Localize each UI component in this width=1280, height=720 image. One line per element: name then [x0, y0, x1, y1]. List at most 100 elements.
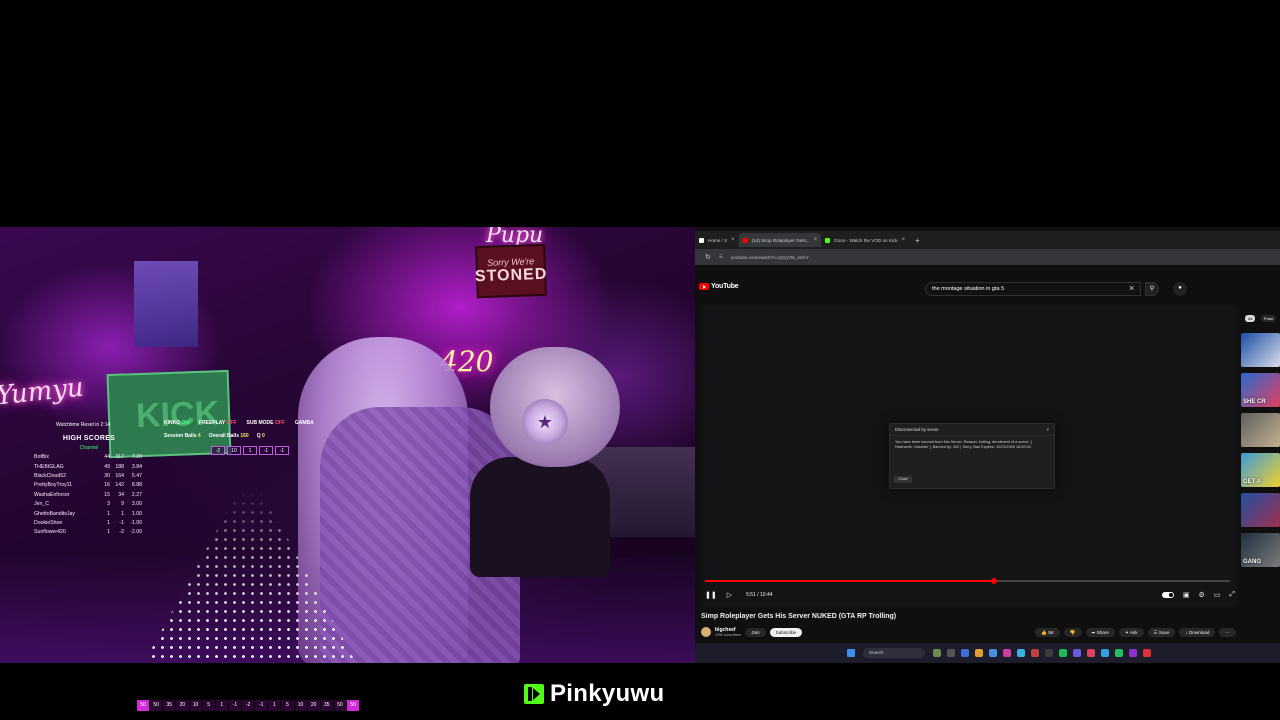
share-button[interactable]: ➦ Share	[1085, 627, 1115, 637]
score-c: 5.47	[131, 473, 142, 480]
app-icon[interactable]	[989, 649, 997, 657]
pause-icon[interactable]: ❚❚	[705, 591, 717, 599]
subscribe-button[interactable]: Subscribe	[769, 627, 803, 637]
score-name: BotBix	[34, 454, 49, 461]
subtitles-icon[interactable]: ▣	[1183, 591, 1190, 599]
app-icon[interactable]	[1143, 649, 1151, 657]
volume-icon[interactable]: ▷	[727, 591, 732, 599]
score-a: 16	[104, 482, 110, 489]
save-button[interactable]: ☰ Save	[1147, 627, 1176, 637]
download-button[interactable]: ↓ Download	[1179, 627, 1216, 637]
search-icon[interactable]: ⚲	[1145, 282, 1159, 296]
video-actions: 👍 5K 👎 ➦ Share ✦ Ask ☰ Save ↓ Download ⋯	[1035, 627, 1236, 637]
app-icon[interactable]	[961, 649, 969, 657]
folder-icon[interactable]	[975, 649, 983, 657]
app-icon[interactable]	[1003, 649, 1011, 657]
app-icon[interactable]	[1129, 649, 1137, 657]
browser-window: Home / X × (14) Simp Roleplayer Gets... …	[695, 227, 1280, 663]
close-tab-icon[interactable]: ×	[731, 237, 735, 243]
microphone-icon[interactable]: ●	[1173, 282, 1187, 296]
app-icon[interactable]	[1101, 649, 1109, 657]
close-tab-icon[interactable]: ×	[902, 237, 906, 243]
join-button[interactable]: Join	[745, 627, 766, 637]
search-input[interactable]: the montage situation in gta 5	[925, 282, 1141, 296]
score-b: 142	[115, 482, 124, 489]
progress-fill	[705, 580, 994, 582]
save-label: Save	[1158, 629, 1170, 635]
more-actions-icon[interactable]: ⋯	[1219, 627, 1236, 637]
close-icon[interactable]: ×	[1047, 427, 1049, 432]
score-cell: 50	[347, 700, 360, 711]
video-player[interactable]: Disconnected by server × You have been b…	[701, 305, 1237, 607]
recommended-video[interactable]	[1241, 493, 1280, 527]
refresh-icon[interactable]: ↻	[705, 253, 711, 261]
tab-youtube[interactable]: (14) Simp Roleplayer Gets... ×	[738, 233, 822, 247]
windows-start-icon[interactable]	[847, 649, 855, 657]
chip-all[interactable]: All	[1245, 315, 1256, 322]
recommendations-sidebar: All From SHE CR GET A GANG	[1241, 307, 1280, 647]
settings-icon[interactable]: ⚙	[1198, 591, 1204, 599]
stoned-sign-main: STONED	[474, 265, 548, 286]
kick-logo-icon	[524, 684, 544, 704]
tab-kick[interactable]: Gooo - Watch the VOD on Kick ×	[821, 233, 909, 247]
channel-row: bigcheef 190K subscribers Join Subscribe…	[701, 625, 1236, 639]
ban-dialog: Disconnected by server × You have been b…	[889, 423, 1055, 489]
score-a: 3	[107, 501, 110, 508]
recommended-video[interactable]	[1241, 413, 1280, 447]
app-icon[interactable]	[1087, 649, 1095, 657]
fullscreen-icon[interactable]: ⤢	[1229, 591, 1235, 599]
recommended-video[interactable]: SHE CR	[1241, 373, 1280, 407]
channel-avatar[interactable]	[701, 627, 711, 637]
app-icon[interactable]	[1031, 649, 1039, 657]
high-scores-overlay: Watchtime Reset in 2:14 HIGH SCORES Chan…	[34, 421, 144, 538]
url-text[interactable]: youtube.com/watch?v=QGgY5I_4UhY	[731, 255, 809, 260]
score-name: WaxhaEnforcer	[34, 491, 70, 498]
theater-mode-icon[interactable]: ▭	[1214, 591, 1221, 599]
discord-icon[interactable]	[1073, 649, 1081, 657]
app-icon[interactable]	[947, 649, 955, 657]
progress-scrubber[interactable]	[990, 578, 997, 584]
player-right-controls: ▣ ⚙ ▭ ⤢	[1161, 591, 1235, 599]
score-row: Sunflower420 1 -2 -2.00	[34, 528, 144, 537]
ask-button[interactable]: ✦ Ask	[1118, 627, 1144, 637]
gamba-label: GAMBA	[294, 420, 314, 426]
score-a: 49	[104, 463, 110, 470]
site-info-icon[interactable]: ☰	[719, 254, 723, 260]
youtube-favicon-icon	[742, 237, 748, 243]
tab-x[interactable]: Home / X ×	[695, 233, 739, 247]
recommended-video[interactable]	[1241, 333, 1280, 367]
browser-icon[interactable]	[1017, 649, 1025, 657]
autoplay-toggle[interactable]	[1161, 592, 1174, 598]
app-icon[interactable]	[1115, 649, 1123, 657]
step-cell: 1	[243, 446, 257, 455]
ban-close-button[interactable]: Close	[894, 476, 912, 483]
score-cell: 1	[268, 700, 281, 711]
score-row: DookieShoe 1 -1 -1.00	[34, 519, 144, 528]
score-cell: 50	[150, 700, 163, 711]
video-progress-bar[interactable]	[705, 578, 1230, 584]
like-button[interactable]: 👍 5K	[1035, 627, 1060, 637]
thumb-text: GANG	[1243, 559, 1261, 565]
app-icon[interactable]	[1045, 649, 1053, 657]
taskbar-search[interactable]: Search	[863, 648, 925, 658]
download-label: Download	[1188, 629, 1210, 635]
recommended-video[interactable]: GANG	[1241, 533, 1280, 567]
freeplay-state: OFF	[226, 420, 237, 426]
app-icon[interactable]	[933, 649, 941, 657]
plinko-score-bar: 50 50 35 20 10 5 1 -1 -2 -1 1 5 10 20 35…	[137, 700, 360, 711]
ban-dialog-body: You have been banned from this Server. R…	[895, 440, 1032, 450]
clear-search-icon[interactable]: ×	[1129, 282, 1134, 294]
new-tab-icon[interactable]: +	[915, 236, 920, 245]
dislike-button[interactable]: 👎	[1063, 627, 1082, 637]
address-bar[interactable]: ↻ ☰ youtube.com/watch?v=QGgY5I_4UhY	[695, 249, 1280, 265]
video-title: Simp Roleplayer Gets His Server NUKED (G…	[701, 613, 897, 620]
score-b: 1	[121, 510, 124, 517]
close-tab-icon[interactable]: ×	[814, 237, 818, 243]
chip-from[interactable]: From	[1261, 315, 1277, 322]
score-b: 34	[118, 491, 124, 498]
channel-info: bigcheef 190K subscribers	[715, 627, 741, 637]
spotify-icon[interactable]	[1059, 649, 1067, 657]
score-b: -2	[119, 529, 124, 536]
recommended-video[interactable]: GET A	[1241, 453, 1280, 487]
youtube-logo[interactable]: YouTube	[699, 283, 739, 290]
